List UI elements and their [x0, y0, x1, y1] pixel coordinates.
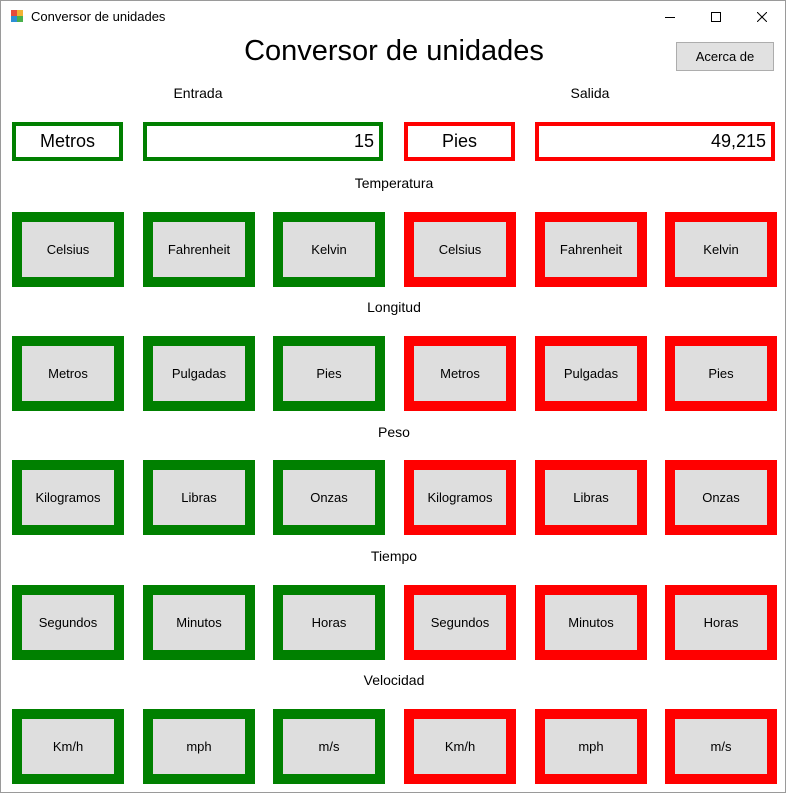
input-unit-display: Metros: [12, 122, 123, 161]
output-unit-display: Pies: [404, 122, 515, 161]
section-label-peso: Peso: [378, 424, 410, 440]
output-unit-button[interactable]: Minutos: [535, 585, 647, 660]
input-unit-button[interactable]: Kelvin: [273, 212, 385, 287]
maximize-button[interactable]: [693, 1, 739, 32]
output-value-field: 49,215: [535, 122, 775, 161]
input-unit-button[interactable]: Horas: [273, 585, 385, 660]
input-unit-button[interactable]: Pulgadas: [143, 336, 255, 411]
maximize-icon: [711, 11, 721, 22]
output-unit-button[interactable]: Pies: [665, 336, 777, 411]
about-button[interactable]: Acerca de: [676, 42, 774, 71]
page-title: Conversor de unidades: [244, 35, 544, 67]
input-unit-button[interactable]: Pies: [273, 336, 385, 411]
app-window: Conversor de unidades Conversor de unida…: [0, 0, 786, 793]
output-unit-button[interactable]: Metros: [404, 336, 516, 411]
output-unit-button[interactable]: Onzas: [665, 460, 777, 535]
input-label: Entrada: [173, 85, 223, 101]
minimize-icon: [665, 16, 675, 18]
output-unit-button[interactable]: Celsius: [404, 212, 516, 287]
output-unit-button[interactable]: Kilogramos: [404, 460, 516, 535]
section-label-velocidad: Velocidad: [363, 672, 425, 688]
input-unit-button[interactable]: Kilogramos: [12, 460, 124, 535]
output-unit-button[interactable]: Km/h: [404, 709, 516, 784]
input-unit-button[interactable]: Km/h: [12, 709, 124, 784]
output-unit-button[interactable]: Horas: [665, 585, 777, 660]
output-label: Salida: [570, 85, 610, 101]
input-value-field[interactable]: 15: [143, 122, 383, 161]
input-unit-button[interactable]: Fahrenheit: [143, 212, 255, 287]
input-unit-button[interactable]: mph: [143, 709, 255, 784]
input-unit-button[interactable]: Onzas: [273, 460, 385, 535]
output-unit-button[interactable]: Libras: [535, 460, 647, 535]
title-bar: Conversor de unidades: [1, 1, 785, 32]
input-unit-button[interactable]: Celsius: [12, 212, 124, 287]
output-unit-button[interactable]: Pulgadas: [535, 336, 647, 411]
output-unit-button[interactable]: Kelvin: [665, 212, 777, 287]
window-title: Conversor de unidades: [31, 9, 166, 24]
output-unit-button[interactable]: Fahrenheit: [535, 212, 647, 287]
input-unit-button[interactable]: Libras: [143, 460, 255, 535]
input-unit-button[interactable]: Minutos: [143, 585, 255, 660]
output-unit-button[interactable]: Segundos: [404, 585, 516, 660]
close-icon: [757, 11, 767, 22]
output-unit-button[interactable]: m/s: [665, 709, 777, 784]
input-unit-button[interactable]: Segundos: [12, 585, 124, 660]
input-unit-button[interactable]: m/s: [273, 709, 385, 784]
minimize-button[interactable]: [647, 1, 693, 32]
close-button[interactable]: [739, 1, 785, 32]
section-label-temperatura: Temperatura: [354, 175, 434, 191]
input-unit-button[interactable]: Metros: [12, 336, 124, 411]
section-label-longitud: Longitud: [367, 299, 421, 315]
output-unit-button[interactable]: mph: [535, 709, 647, 784]
section-label-tiempo: Tiempo: [370, 548, 418, 564]
app-icon: [11, 10, 23, 22]
